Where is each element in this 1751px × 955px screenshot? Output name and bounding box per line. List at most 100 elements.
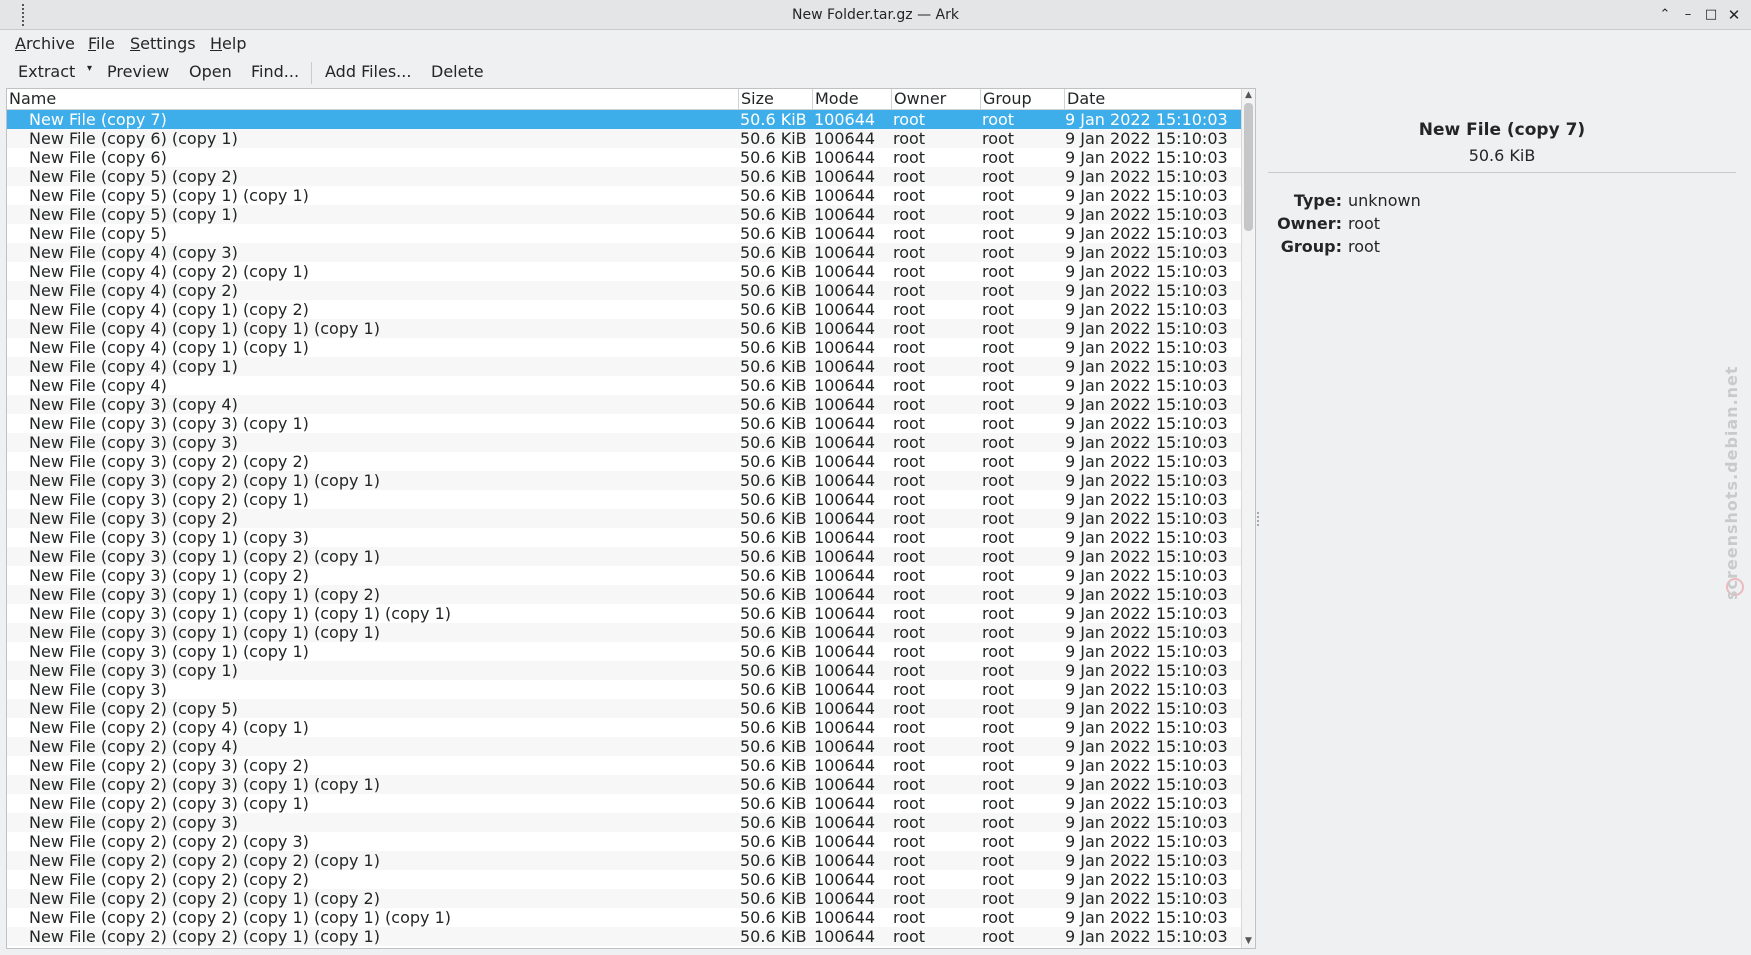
cell-owner: root — [893, 528, 926, 547]
cell-mode: 100644 — [814, 376, 876, 395]
column-header-name[interactable]: Name — [7, 89, 738, 109]
table-row[interactable]: New File (copy 2) (copy 2) (copy 1) (cop… — [7, 927, 1241, 946]
column-header-owner[interactable]: Owner — [891, 89, 980, 109]
table-row[interactable]: New File (copy 2) (copy 2) (copy 2) 50.6 … — [7, 870, 1241, 889]
column-header-mode[interactable]: Mode — [812, 89, 891, 109]
add-files-button[interactable]: Add Files... — [325, 62, 411, 81]
cell-name: New File (copy 5) (copy 1) — [29, 205, 238, 224]
menu-help[interactable]: Help — [210, 34, 246, 53]
table-row[interactable]: New File (copy 3) (copy 2) (copy 1) 50.6 … — [7, 490, 1241, 509]
table-row[interactable]: New File (copy 4) (copy 1) (copy 2) 50.6 … — [7, 300, 1241, 319]
table-row[interactable]: New File (copy 2) (copy 2) (copy 1) (cop… — [7, 908, 1241, 927]
table-row[interactable]: New File (copy 4) (copy 1) (copy 1) (cop… — [7, 319, 1241, 338]
table-row[interactable]: New File (copy 2) (copy 4) 50.6 KiB 100644… — [7, 737, 1241, 756]
table-row[interactable]: New File (copy 6) (copy 1) 50.6 KiB 100644… — [7, 129, 1241, 148]
menu-settings[interactable]: Settings — [130, 34, 196, 53]
table-row[interactable]: New File (copy 2) (copy 2) (copy 1) (cop… — [7, 889, 1241, 908]
table-row[interactable]: New File (copy 3) (copy 2) 50.6 KiB 100644… — [7, 509, 1241, 528]
table-row[interactable]: New File (copy 4) (copy 2) 50.6 KiB 100644… — [7, 281, 1241, 300]
menu-archive[interactable]: Archive — [15, 34, 75, 53]
open-button[interactable]: Open — [189, 62, 232, 81]
cell-name: New File (copy 4) (copy 1) (copy 1) (cop… — [29, 319, 380, 338]
table-row[interactable]: New File (copy 4) (copy 3) 50.6 KiB 100644… — [7, 243, 1241, 262]
column-header-group[interactable]: Group — [980, 89, 1064, 109]
delete-button[interactable]: Delete — [431, 62, 484, 81]
cell-group: root — [982, 528, 1015, 547]
find-button[interactable]: Find... — [251, 62, 299, 81]
cell-size: 50.6 KiB — [740, 737, 807, 756]
cell-owner: root — [893, 376, 926, 395]
vertical-scrollbar[interactable]: ▲ ▼ — [1241, 89, 1255, 948]
cell-name: New File (copy 3) (copy 1) — [29, 661, 238, 680]
table-row[interactable]: New File (copy 4) (copy 2) (copy 1) 50.6 … — [7, 262, 1241, 281]
minimize-icon[interactable]: – — [1678, 5, 1698, 25]
cell-group: root — [982, 186, 1015, 205]
menu-file[interactable]: File — [88, 34, 115, 53]
table-row[interactable]: New File (copy 3) (copy 2) (copy 1) (cop… — [7, 471, 1241, 490]
archive-file-list[interactable]: Name Size Mode Owner Group Date New File… — [6, 88, 1256, 949]
table-row[interactable]: New File (copy 4) (copy 1) (copy 1) 50.6 … — [7, 338, 1241, 357]
close-icon[interactable]: ✕ — [1724, 5, 1744, 25]
chevron-up-icon[interactable]: ⌃ — [1655, 5, 1675, 25]
extract-dropdown-icon[interactable]: ▾ — [87, 63, 92, 74]
cell-group: root — [982, 756, 1015, 775]
extract-button[interactable]: Extract — [18, 62, 75, 81]
table-row[interactable]: New File (copy 2) (copy 3) (copy 2) 50.6 … — [7, 756, 1241, 775]
table-row[interactable]: New File (copy 6) 50.6 KiB 100644 root root 9… — [7, 148, 1241, 167]
file-rows: New File (copy 7) 50.6 KiB 100644 root root 9… — [7, 110, 1241, 946]
table-row[interactable]: New File (copy 3) (copy 3) 50.6 KiB 100644… — [7, 433, 1241, 452]
table-row[interactable]: New File (copy 3) (copy 2) (copy 2) 50.6 … — [7, 452, 1241, 471]
table-row[interactable]: New File (copy 3) (copy 4) 50.6 KiB 100644… — [7, 395, 1241, 414]
table-row[interactable]: New File (copy 2) (copy 3) (copy 1) (cop… — [7, 775, 1241, 794]
table-row[interactable]: New File (copy 5) (copy 2) 50.6 KiB 100644… — [7, 167, 1241, 186]
table-row[interactable]: New File (copy 2) (copy 2) (copy 2) (cop… — [7, 851, 1241, 870]
cell-mode: 100644 — [814, 908, 876, 927]
cell-date: 9 Jan 2022 15:10:03 — [1065, 262, 1228, 281]
menu-settings-mnemonic: S — [130, 34, 141, 53]
cell-size: 50.6 KiB — [740, 870, 807, 889]
table-row[interactable]: New File (copy 4) (copy 1) 50.6 KiB 100644… — [7, 357, 1241, 376]
column-header-date[interactable]: Date — [1064, 89, 1241, 109]
table-row[interactable]: New File (copy 2) (copy 4) (copy 1) 50.6 … — [7, 718, 1241, 737]
table-row[interactable]: New File (copy 3) (copy 1) 50.6 KiB 100644… — [7, 661, 1241, 680]
cell-size: 50.6 KiB — [740, 110, 807, 129]
table-row[interactable]: New File (copy 3) 50.6 KiB 100644 root root 9… — [7, 680, 1241, 699]
table-row[interactable]: New File (copy 3) (copy 1) (copy 3) 50.6 … — [7, 528, 1241, 547]
cell-owner: root — [893, 927, 926, 946]
cell-size: 50.6 KiB — [740, 775, 807, 794]
table-row[interactable]: New File (copy 2) (copy 3) 50.6 KiB 100644… — [7, 813, 1241, 832]
table-row[interactable]: New File (copy 5) (copy 1) 50.6 KiB 100644… — [7, 205, 1241, 224]
cell-name: New File (copy 2) (copy 4) (copy 1) — [29, 718, 309, 737]
cell-date: 9 Jan 2022 15:10:03 — [1065, 376, 1228, 395]
scroll-down-icon[interactable]: ▼ — [1242, 935, 1255, 947]
table-row[interactable]: New File (copy 2) (copy 5) 50.6 KiB 100644… — [7, 699, 1241, 718]
table-row[interactable]: New File (copy 3) (copy 1) (copy 1) (cop… — [7, 623, 1241, 642]
table-row[interactable]: New File (copy 3) (copy 1) (copy 2) 50.6 … — [7, 566, 1241, 585]
cell-group: root — [982, 832, 1015, 851]
table-row[interactable]: New File (copy 3) (copy 1) (copy 1) 50.6 … — [7, 642, 1241, 661]
table-row[interactable]: New File (copy 5) (copy 1) (copy 1) 50.6 … — [7, 186, 1241, 205]
scrollbar-thumb[interactable] — [1244, 103, 1253, 231]
cell-owner: root — [893, 718, 926, 737]
table-row[interactable]: New File (copy 3) (copy 1) (copy 1) (cop… — [7, 585, 1241, 604]
details-owner-label: Owner: — [1277, 214, 1342, 233]
table-row[interactable]: New File (copy 3) (copy 3) (copy 1) 50.6 … — [7, 414, 1241, 433]
table-row[interactable]: New File (copy 2) (copy 2) (copy 3) 50.6 … — [7, 832, 1241, 851]
table-row[interactable]: New File (copy 3) (copy 1) (copy 1) (cop… — [7, 604, 1241, 623]
cell-name: New File (copy 3) (copy 2) (copy 1) (cop… — [29, 471, 380, 490]
cell-size: 50.6 KiB — [740, 642, 807, 661]
cell-owner: root — [893, 186, 926, 205]
maximize-icon[interactable]: □ — [1701, 5, 1721, 25]
table-row[interactable]: New File (copy 2) (copy 3) (copy 1) 50.6 … — [7, 794, 1241, 813]
table-row[interactable]: New File (copy 3) (copy 1) (copy 2) (cop… — [7, 547, 1241, 566]
cell-group: root — [982, 737, 1015, 756]
preview-button[interactable]: Preview — [107, 62, 169, 81]
table-row[interactable]: New File (copy 7) 50.6 KiB 100644 root root 9… — [7, 110, 1241, 129]
scroll-up-icon[interactable]: ▲ — [1242, 89, 1255, 101]
cell-mode: 100644 — [814, 338, 876, 357]
splitter-handle[interactable] — [1257, 512, 1261, 526]
cell-date: 9 Jan 2022 15:10:03 — [1065, 110, 1228, 129]
table-row[interactable]: New File (copy 5) 50.6 KiB 100644 root root 9… — [7, 224, 1241, 243]
column-header-size[interactable]: Size — [738, 89, 812, 109]
table-row[interactable]: New File (copy 4) 50.6 KiB 100644 root root 9… — [7, 376, 1241, 395]
